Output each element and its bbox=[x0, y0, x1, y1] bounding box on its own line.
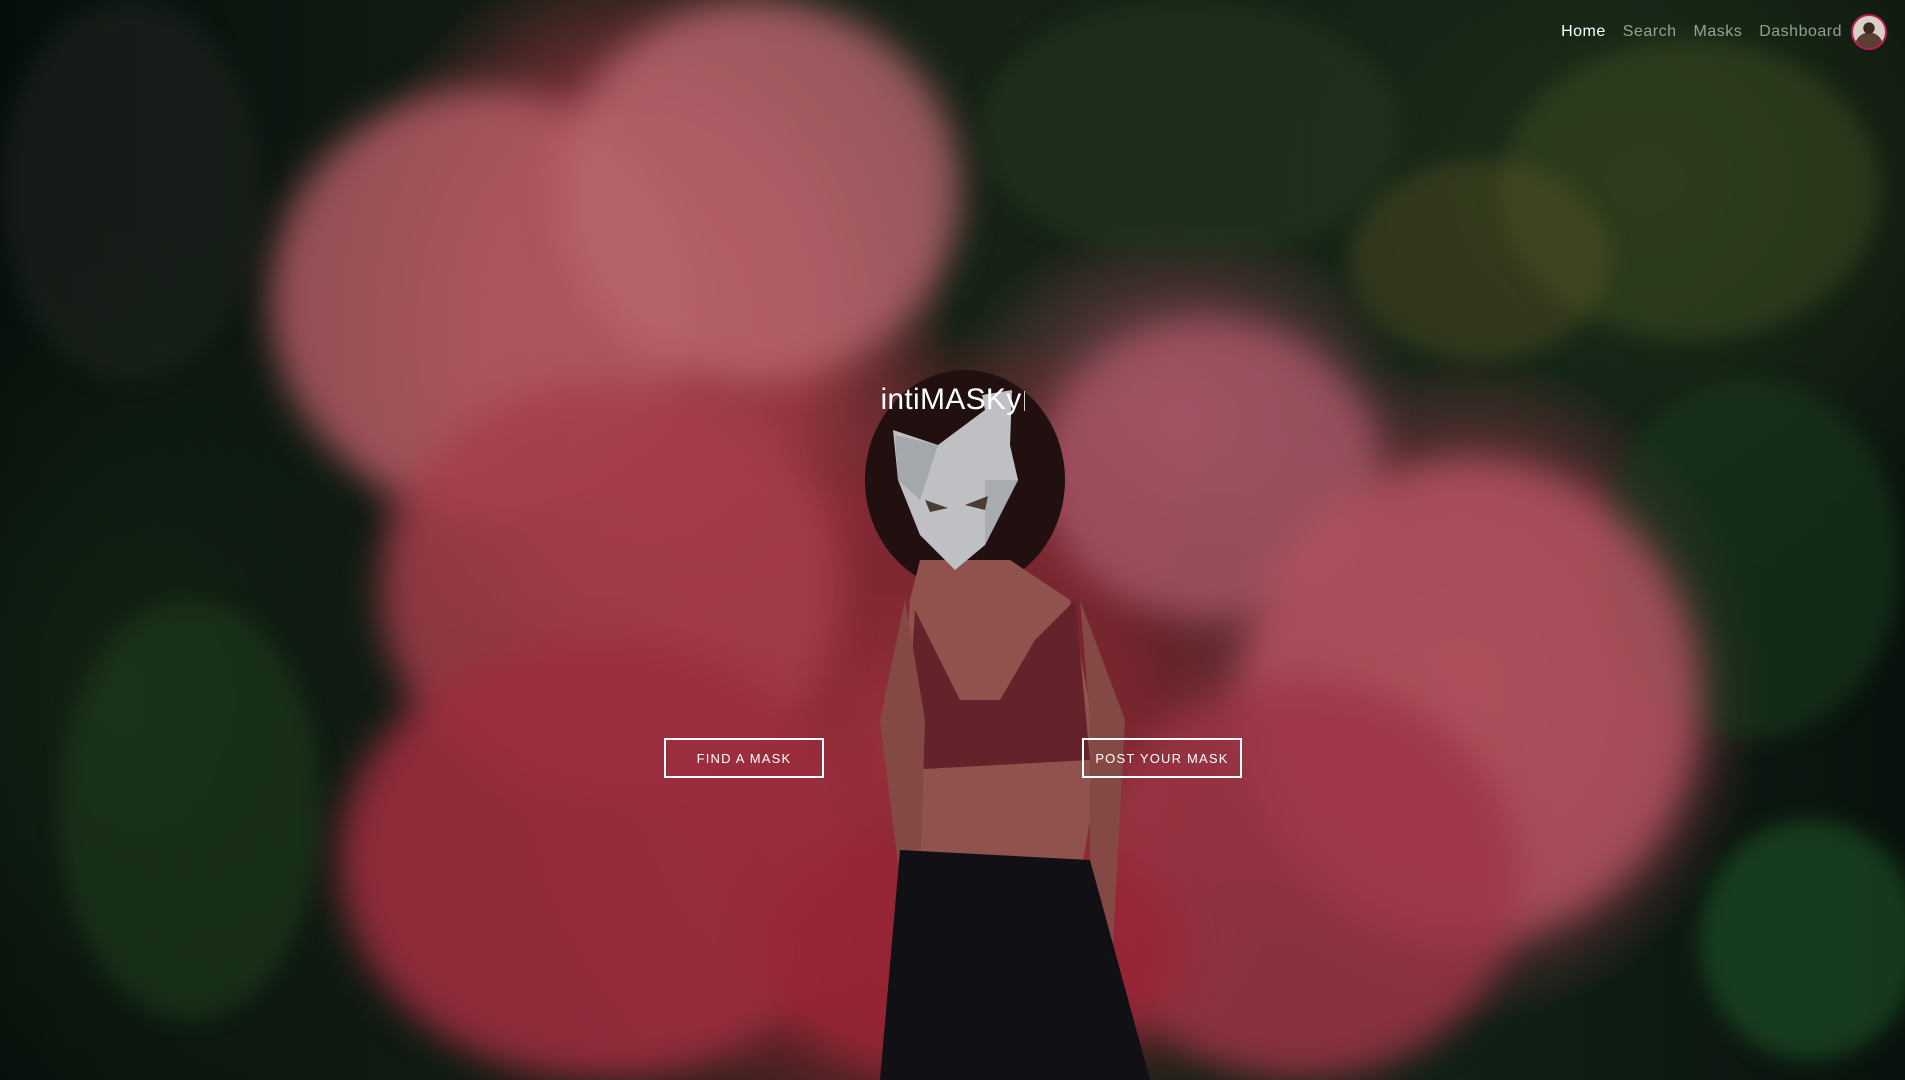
find-a-mask-button[interactable]: FIND A MASK bbox=[664, 738, 824, 778]
hero-title-text: intiMASKy bbox=[880, 383, 1022, 416]
nav-dashboard-link[interactable]: Dashboard bbox=[1759, 23, 1842, 41]
nav-search-link[interactable]: Search bbox=[1623, 23, 1677, 41]
nav-masks-link[interactable]: Masks bbox=[1693, 23, 1742, 41]
hero-background-image bbox=[0, 0, 1905, 1080]
nav-home-link[interactable]: Home bbox=[1561, 23, 1606, 41]
post-your-mask-button[interactable]: POST YOUR MASK bbox=[1082, 738, 1242, 778]
top-navbar: Home Search Masks Dashboard bbox=[1544, 0, 1905, 64]
typing-cursor bbox=[1023, 391, 1025, 411]
user-avatar-icon[interactable] bbox=[1851, 14, 1887, 50]
hero-title: intiMASKy bbox=[0, 383, 1905, 417]
